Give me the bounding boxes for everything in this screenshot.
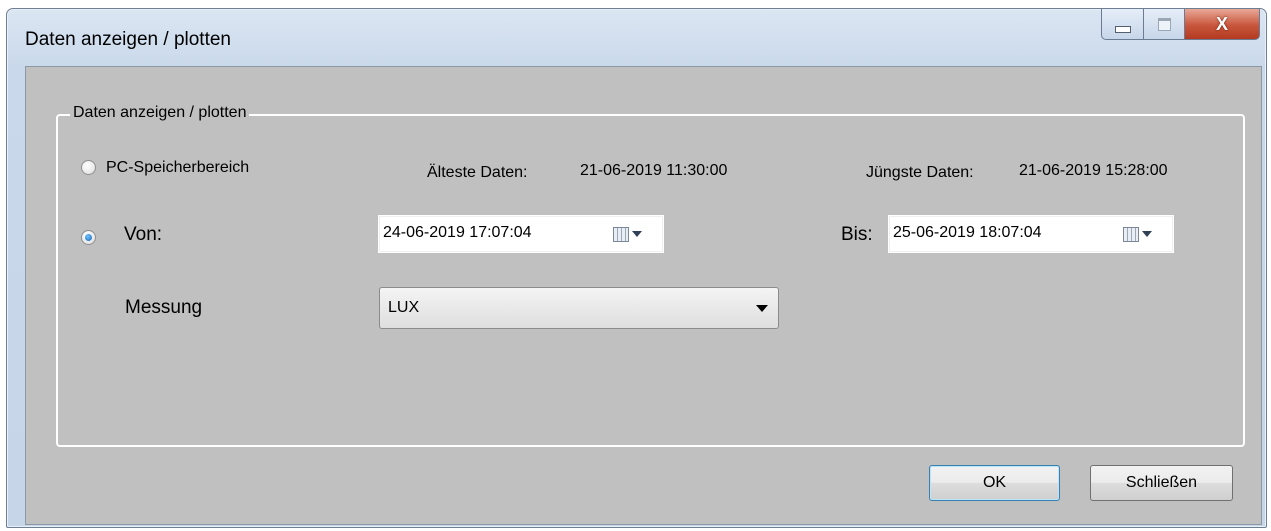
from-label[interactable]: Von: [124, 224, 162, 246]
pc-memory-label[interactable]: PC-Speicherbereich [106, 159, 249, 177]
dropdown-arrow-icon [1142, 231, 1152, 237]
from-datetime-picker[interactable]: 24-06-2019 17:07:04 [378, 215, 664, 253]
close-window-button[interactable]: X [1185, 9, 1260, 40]
measurement-label: Messung [125, 297, 203, 318]
maximize-icon [1157, 17, 1171, 31]
from-datetime-value: 24-06-2019 17:07:04 [383, 224, 532, 241]
measurement-select[interactable]: LUX [379, 287, 779, 329]
close-icon: X [1215, 13, 1228, 34]
maximize-button[interactable] [1144, 9, 1185, 40]
calendar-icon [613, 226, 629, 242]
measurement-selected-value: LUX [388, 299, 420, 316]
to-calendar-dropdown[interactable] [1123, 225, 1161, 243]
dropdown-arrow-icon [632, 231, 642, 237]
ok-button[interactable]: OK [929, 465, 1060, 501]
to-datetime-value: 25-06-2019 18:07:04 [893, 224, 1042, 241]
to-label: Bis: [841, 224, 873, 245]
minimize-icon [1114, 25, 1131, 33]
groupbox-legend: Daten anzeigen / plotten [70, 104, 250, 122]
oldest-data-value: 21-06-2019 11:30:00 [580, 162, 728, 179]
to-datetime-picker[interactable]: 25-06-2019 18:07:04 [888, 215, 1174, 253]
dialog-window: Daten anzeigen / plotten X Daten anzeige… [6, 8, 1267, 528]
window-controls: X [1101, 9, 1260, 41]
from-radio[interactable] [81, 230, 96, 245]
oldest-data-label: Älteste Daten: [427, 164, 528, 181]
pc-memory-radio[interactable] [81, 160, 96, 175]
newest-data-value: 21-06-2019 15:28:00 [1019, 162, 1168, 179]
newest-data-label: Jüngste Daten: [866, 164, 974, 181]
minimize-button[interactable] [1101, 9, 1144, 40]
calendar-icon [1123, 226, 1139, 242]
dropdown-arrow-icon [756, 305, 768, 312]
close-button[interactable]: Schließen [1090, 465, 1233, 501]
from-calendar-dropdown[interactable] [613, 225, 651, 243]
dialog-client-area: Daten anzeigen / plotten PC-Speicherbere… [25, 66, 1262, 525]
window-title: Daten anzeigen / plotten [25, 29, 231, 50]
